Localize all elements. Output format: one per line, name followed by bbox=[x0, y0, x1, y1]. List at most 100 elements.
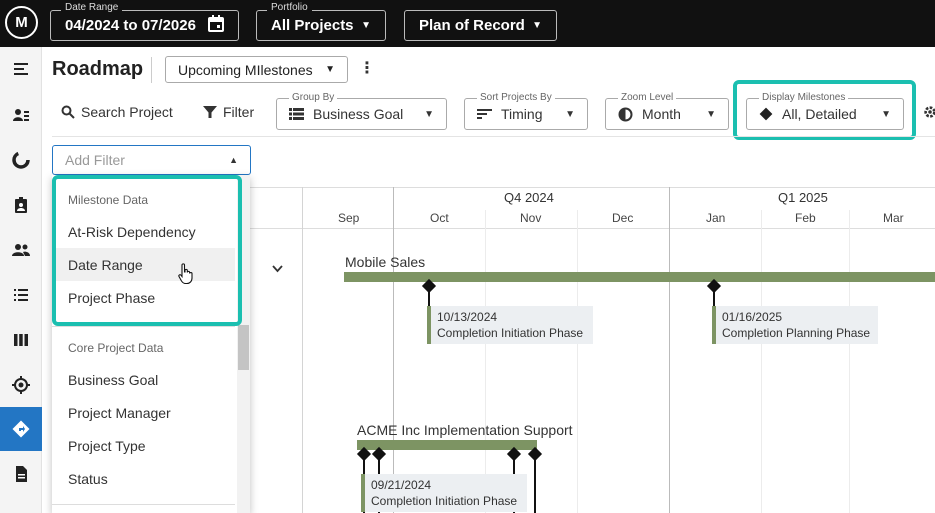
project-name[interactable]: Mobile Sales bbox=[345, 254, 425, 270]
plan-select[interactable]: Plan of Record ▼ bbox=[404, 10, 557, 41]
dropdown-group-title: Core Project Data bbox=[68, 341, 164, 355]
filter-option-project-manager[interactable]: Project Manager bbox=[52, 396, 235, 429]
milestone-card[interactable]: 01/16/2025 Completion Planning Phase bbox=[712, 306, 878, 344]
filter-label: Filter bbox=[223, 104, 255, 120]
sort-icon bbox=[477, 109, 492, 119]
dropdown-divider bbox=[52, 504, 235, 505]
milestone-label: Completion Planning Phase bbox=[722, 326, 871, 340]
milestone-label: Completion Initiation Phase bbox=[371, 494, 518, 508]
project-name[interactable]: ACME Inc Implementation Support bbox=[357, 422, 573, 438]
month-label: Nov bbox=[520, 211, 542, 225]
group-by-value: Business Goal bbox=[313, 106, 404, 122]
milestone-date: 09/21/2024 bbox=[371, 478, 432, 492]
document-icon[interactable] bbox=[0, 452, 42, 496]
chevron-up-icon[interactable]: ▲ bbox=[229, 155, 238, 165]
scrollbar-thumb[interactable] bbox=[238, 325, 249, 370]
filter-option-status[interactable]: Status bbox=[52, 462, 235, 495]
timeline-header-top bbox=[250, 187, 935, 188]
filter-button[interactable]: Filter bbox=[203, 104, 254, 120]
add-filter-input[interactable] bbox=[65, 152, 215, 168]
month-label: Mar bbox=[883, 211, 904, 225]
sort-projects-label: Sort Projects By bbox=[477, 92, 555, 103]
milestone-label: Completion Initiation Phase bbox=[437, 326, 584, 340]
milestone-card[interactable]: 09/21/2024 Completion Initiation Phase bbox=[361, 474, 527, 512]
filter-option-project-type[interactable]: Project Type bbox=[52, 429, 235, 462]
group-by-select[interactable]: Group By Business Goal ▼ bbox=[276, 92, 447, 130]
month-label: Sep bbox=[338, 211, 360, 225]
month-label: Oct bbox=[430, 211, 449, 225]
month-label: Jan bbox=[706, 211, 726, 225]
month-label: Dec bbox=[612, 211, 634, 225]
milestone-data-highlight bbox=[52, 175, 242, 326]
diamond-icon bbox=[759, 107, 773, 121]
quarter-gridline bbox=[393, 187, 394, 513]
zoom-icon bbox=[618, 107, 633, 121]
target-icon[interactable] bbox=[0, 363, 42, 407]
filter-icon bbox=[203, 106, 217, 118]
sort-projects-select[interactable]: Sort Projects By Timing ▼ bbox=[464, 92, 588, 130]
milestone-date: 01/16/2025 bbox=[722, 310, 783, 324]
calendar-icon[interactable] bbox=[208, 15, 224, 36]
month-gridline bbox=[849, 210, 850, 513]
milestone-card[interactable]: 10/13/2024 Completion Initiation Phase bbox=[427, 306, 593, 344]
display-milestones-value: All, Detailed bbox=[782, 106, 857, 122]
plan-value: Plan of Record bbox=[419, 17, 525, 34]
dropdown-divider bbox=[52, 326, 235, 327]
table-icon bbox=[289, 108, 304, 120]
more-options-icon[interactable]: ⋮ bbox=[359, 58, 375, 78]
quarter-label: Q1 2025 bbox=[778, 190, 828, 205]
sort-projects-value: Timing bbox=[501, 106, 543, 122]
date-range-label: Date Range bbox=[61, 2, 123, 13]
display-milestones-label: Display Milestones bbox=[759, 92, 849, 103]
zoom-level-value: Month bbox=[642, 106, 681, 122]
milestone-date: 10/13/2024 bbox=[437, 310, 498, 324]
header-divider bbox=[151, 57, 152, 83]
people-list-icon[interactable] bbox=[0, 93, 42, 137]
chevron-down-icon: ▼ bbox=[532, 20, 542, 31]
roadmap-icon[interactable] bbox=[0, 407, 42, 451]
timeline-header-bottom bbox=[250, 228, 935, 229]
group-by-label: Group By bbox=[289, 92, 338, 103]
chevron-down-icon: ▼ bbox=[881, 108, 891, 120]
gear-icon[interactable] bbox=[923, 104, 935, 125]
quarter-label: Q4 2024 bbox=[504, 190, 554, 205]
collapse-chevron-icon[interactable] bbox=[272, 260, 283, 278]
chevron-down-icon: ▼ bbox=[424, 108, 434, 120]
zoom-level-label: Zoom Level bbox=[618, 92, 677, 103]
list-icon[interactable] bbox=[0, 273, 42, 317]
month-gridline bbox=[761, 210, 762, 513]
add-filter-select[interactable]: ▲ bbox=[52, 145, 251, 175]
display-milestones-select[interactable]: Display Milestones All, Detailed ▼ bbox=[746, 92, 904, 130]
chart-icon[interactable] bbox=[0, 138, 42, 182]
group-icon[interactable] bbox=[0, 228, 42, 272]
app-logo[interactable]: M bbox=[5, 6, 38, 39]
sidebar bbox=[0, 47, 42, 513]
quarter-gridline bbox=[669, 187, 670, 513]
portfolio-value: All Projects bbox=[271, 17, 354, 34]
search-project-label: Search Project bbox=[81, 104, 173, 120]
logo-text: M bbox=[15, 14, 28, 31]
top-bar: M Date Range 04/2024 to 07/2026 Portfoli… bbox=[0, 0, 935, 47]
filter-option-business-goal[interactable]: Business Goal bbox=[52, 363, 235, 396]
date-range-value: 04/2024 to 07/2026 bbox=[65, 17, 196, 34]
search-icon bbox=[61, 105, 75, 119]
view-select[interactable]: Upcoming MIlestones ▼ bbox=[165, 56, 348, 83]
toolbar-divider bbox=[52, 136, 935, 137]
chevron-down-icon: ▼ bbox=[706, 108, 716, 120]
zoom-level-select[interactable]: Zoom Level Month ▼ bbox=[605, 92, 729, 130]
portfolio-label: Portfolio bbox=[267, 2, 312, 13]
timeline-column-divider bbox=[302, 187, 303, 513]
date-range-picker[interactable]: Date Range 04/2024 to 07/2026 bbox=[50, 2, 239, 41]
columns-icon[interactable] bbox=[0, 318, 42, 362]
chevron-down-icon: ▼ bbox=[325, 64, 335, 75]
chevron-down-icon: ▼ bbox=[565, 108, 575, 120]
page-title: Roadmap bbox=[52, 58, 144, 80]
search-project-button[interactable]: Search Project bbox=[61, 104, 173, 120]
project-bar[interactable] bbox=[357, 440, 537, 450]
project-bar[interactable] bbox=[344, 272, 935, 282]
month-gridline bbox=[485, 210, 486, 513]
menu-icon[interactable] bbox=[0, 47, 42, 91]
badge-icon[interactable] bbox=[0, 183, 42, 227]
portfolio-select[interactable]: Portfolio All Projects ▼ bbox=[256, 2, 386, 41]
chevron-down-icon: ▼ bbox=[361, 20, 371, 31]
